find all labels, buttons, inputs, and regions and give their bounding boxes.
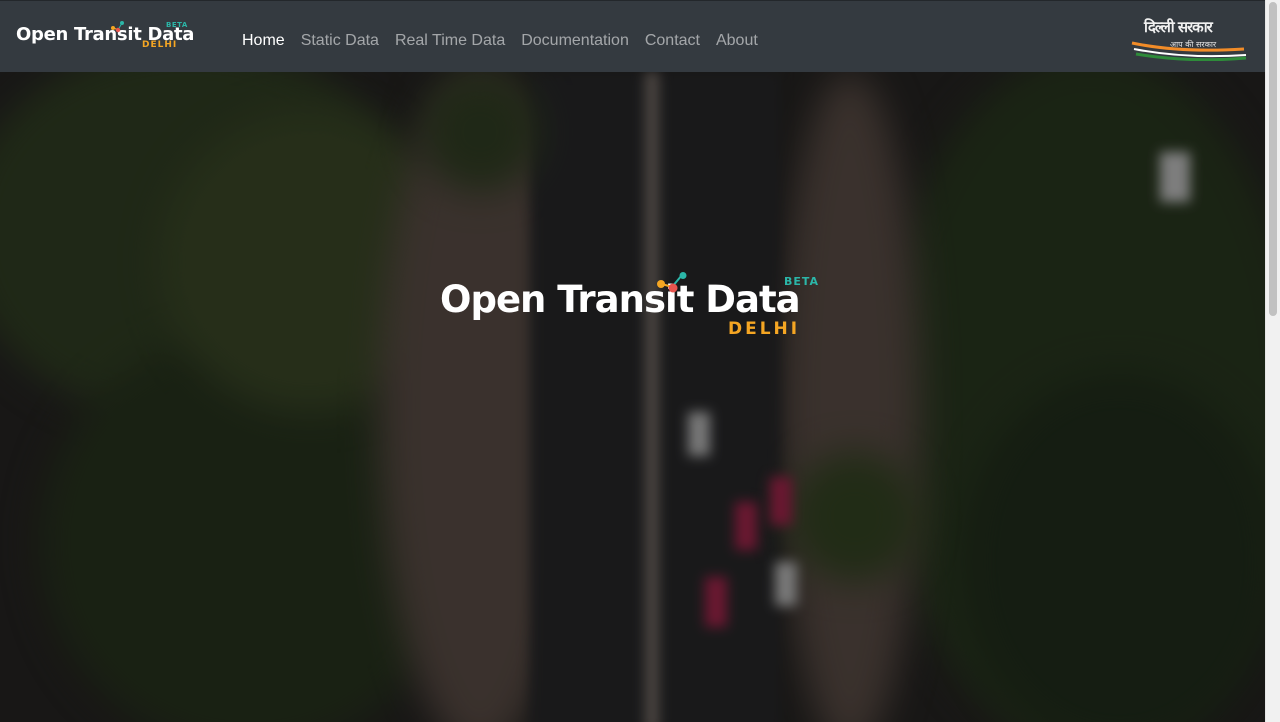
hero-section: Open Transit Data BETA DELHI (0, 72, 1265, 722)
hero-city: DELHI (728, 319, 801, 339)
nav-about[interactable]: About (716, 32, 758, 50)
gov-logo-title: दिल्ली सरकार (1144, 18, 1213, 36)
nav-contact[interactable]: Contact (645, 32, 700, 50)
brand-city: DELHI (142, 40, 178, 50)
hero-title: Open Transit Data (440, 278, 801, 321)
main-nav: Home Static Data Real Time Data Document… (242, 32, 774, 50)
brand-network-icon (111, 21, 124, 33)
nav-static-data[interactable]: Static Data (301, 32, 379, 50)
hero-beta-badge: BETA (784, 275, 820, 288)
gov-logo-tagline: आप की सरकार (1170, 40, 1217, 49)
nav-home[interactable]: Home (242, 32, 285, 50)
scrollbar-thumb[interactable] (1269, 2, 1277, 316)
top-navbar: Open Transit Data BETA DELHI Home Static… (0, 0, 1265, 72)
nav-real-time-data[interactable]: Real Time Data (395, 32, 505, 50)
hero-network-icon (657, 272, 687, 293)
hero-logo: Open Transit Data BETA DELHI (440, 272, 830, 342)
brand-beta-badge: BETA (166, 21, 188, 29)
brand-logo[interactable]: Open Transit Data BETA DELHI (16, 20, 194, 54)
page-scrollbar[interactable] (1265, 0, 1280, 722)
delhi-government-logo[interactable]: दिल्ली सरकार आप की सरकार (1130, 15, 1248, 61)
nav-documentation[interactable]: Documentation (521, 32, 629, 50)
